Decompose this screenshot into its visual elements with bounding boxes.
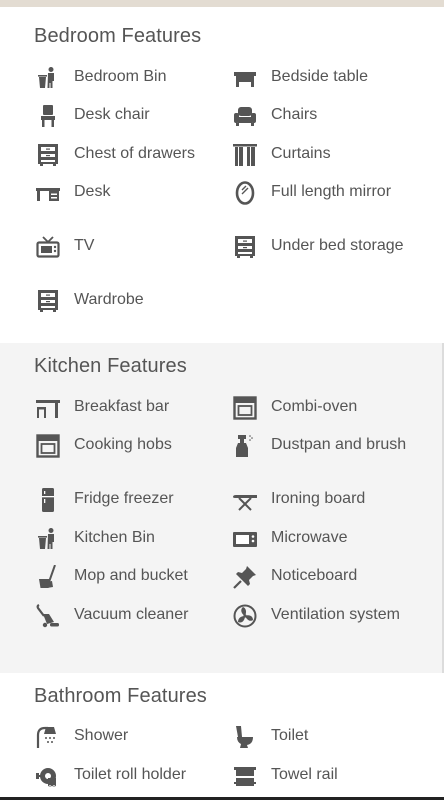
drawers-icon: [233, 235, 257, 259]
kitchen-features-section: Kitchen Features Breakfast bar Combi-ove…: [0, 343, 444, 673]
feature-label: TV: [74, 237, 95, 254]
tv-icon: [36, 235, 60, 259]
towel-rail-icon: [233, 764, 257, 788]
feature-label: Desk chair: [74, 106, 150, 123]
bedroom-features-section: Bedroom Features Bedroom Bin Bedside tab…: [0, 7, 444, 343]
feature-label: Microwave: [271, 529, 348, 546]
microwave-icon: [233, 527, 257, 551]
armchair-icon: [233, 104, 257, 128]
bedside-table-icon: [233, 66, 257, 90]
feature-label: Noticeboard: [271, 567, 358, 584]
toilet-roll-icon: [36, 764, 60, 788]
feature-label: Mop and bucket: [74, 567, 188, 584]
feature-label: Toilet roll holder: [74, 766, 187, 783]
feature-label: Vacuum cleaner: [74, 606, 189, 623]
feature-label: Curtains: [271, 145, 331, 162]
toilet-icon: [233, 725, 257, 749]
feature-label: Fridge freezer: [74, 490, 174, 507]
bin-person-icon: [36, 66, 60, 90]
feature-label: Combi-oven: [271, 398, 358, 415]
section-title: Kitchen Features: [34, 355, 187, 377]
feature-label: Wardrobe: [74, 291, 144, 308]
breakfast-bar-icon: [36, 396, 60, 420]
feature-label: Towel rail: [271, 766, 338, 783]
top-strip: [0, 0, 444, 7]
feature-label: Shower: [74, 727, 129, 744]
ironing-board-icon: [233, 488, 257, 512]
drawers-icon: [36, 143, 60, 167]
feature-label: Bedside table: [271, 68, 368, 85]
mirror-icon: [233, 181, 257, 205]
desk-chair-icon: [36, 104, 60, 128]
drawers-icon: [36, 289, 60, 313]
feature-label: Dustpan and brush: [271, 436, 407, 453]
vacuum-icon: [36, 604, 60, 628]
feature-label: Chairs: [271, 106, 318, 123]
feature-label: Kitchen Bin: [74, 529, 155, 546]
fridge-icon: [36, 488, 60, 512]
desk-icon: [36, 181, 60, 205]
oven-icon: [36, 434, 60, 458]
section-title: Bedroom Features: [34, 25, 202, 47]
pushpin-icon: [233, 565, 257, 589]
curtains-icon: [233, 143, 257, 167]
mop-bucket-icon: [36, 565, 60, 589]
feature-label: Ventilation system: [271, 606, 400, 623]
oven-icon: [233, 396, 257, 420]
feature-label: Ironing board: [271, 490, 366, 507]
feature-label: Chest of drawers: [74, 145, 195, 162]
feature-label: Desk: [74, 183, 111, 200]
feature-label: Cooking hobs: [74, 436, 172, 453]
feature-label: Toilet: [271, 727, 309, 744]
shower-icon: [36, 725, 60, 749]
bin-person-icon: [36, 527, 60, 551]
bathroom-features-section: Bathroom Features Shower Toilet Toilet r…: [0, 673, 444, 797]
feature-label: Under bed storage: [271, 237, 404, 254]
fan-icon: [233, 604, 257, 628]
feature-label: Full length mirror: [271, 183, 392, 200]
spray-bottle-icon: [233, 434, 257, 458]
section-title: Bathroom Features: [34, 685, 207, 707]
feature-label: Bedroom Bin: [74, 68, 167, 85]
feature-label: Breakfast bar: [74, 398, 170, 415]
